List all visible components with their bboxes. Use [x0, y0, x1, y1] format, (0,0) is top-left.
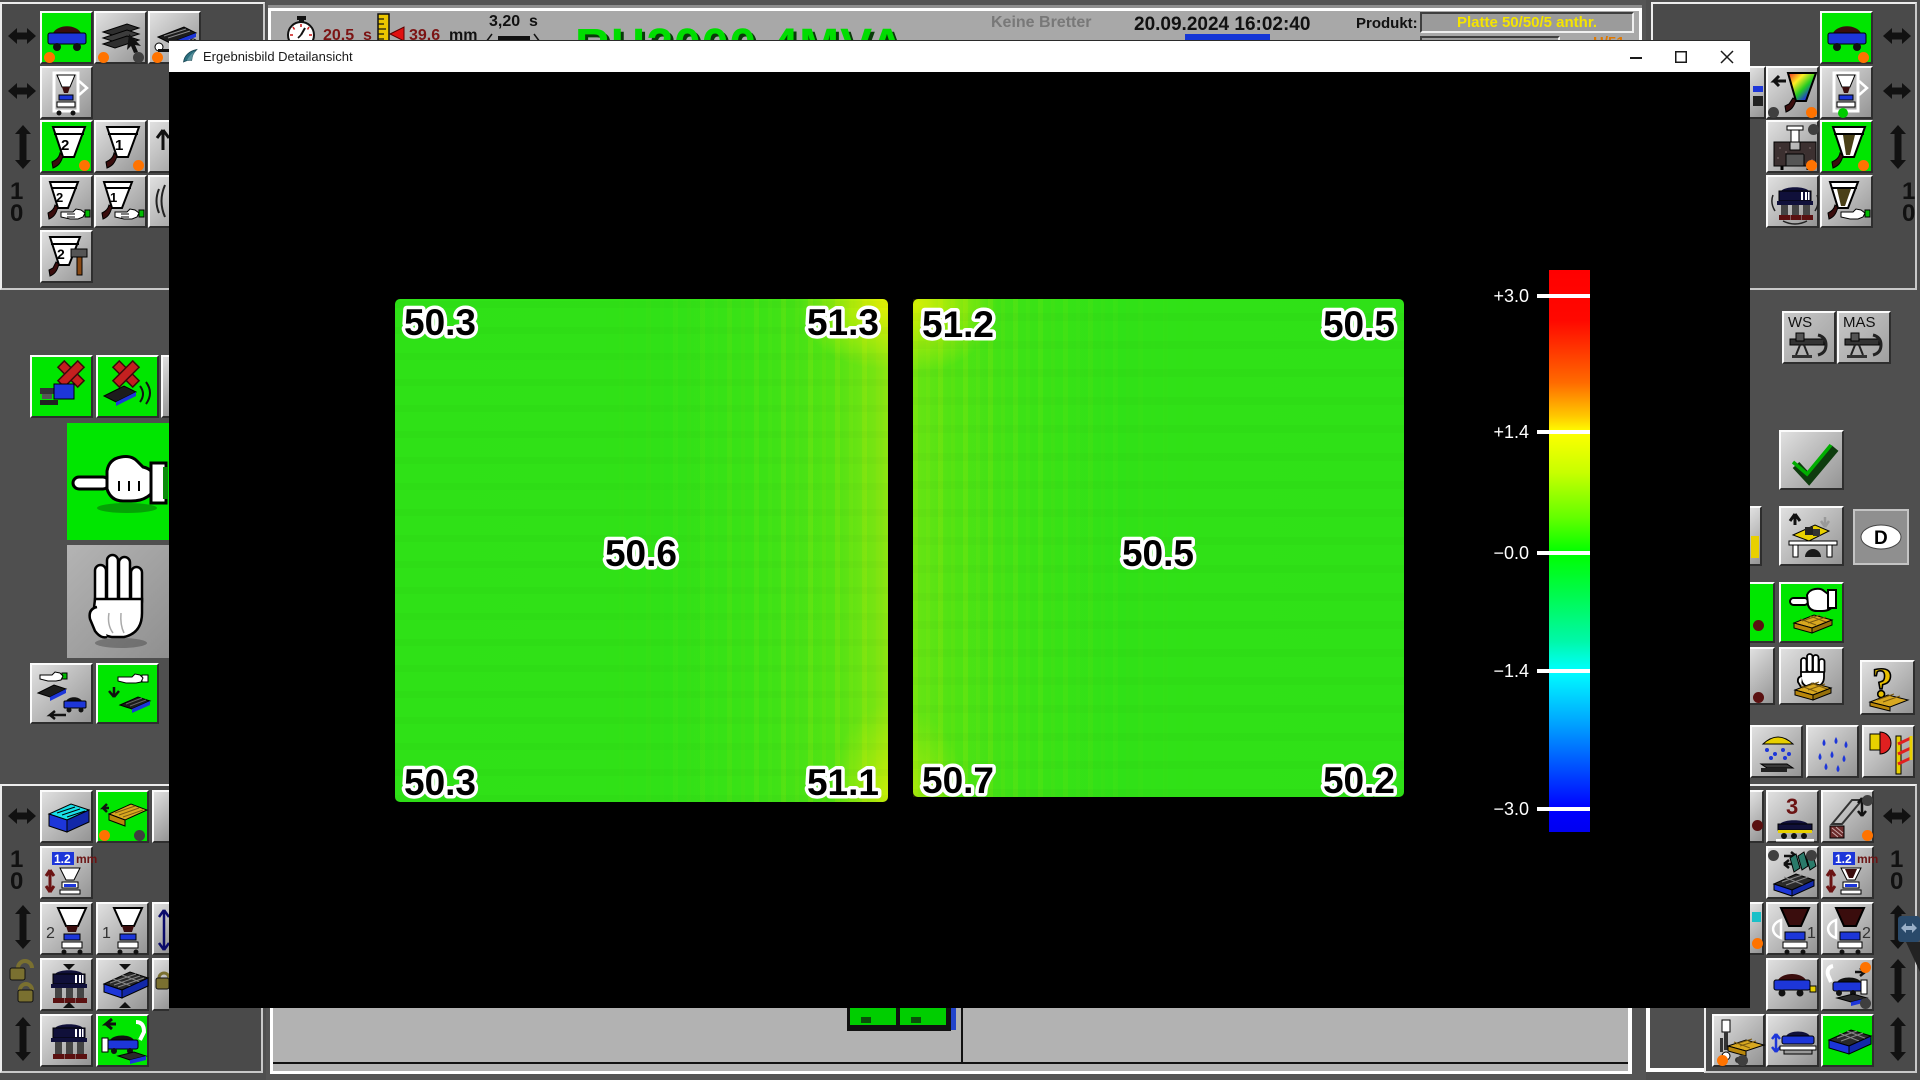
svg-text:2: 2	[57, 246, 65, 262]
svg-text:1.2: 1.2	[54, 852, 71, 866]
svg-text:mm: mm	[1857, 852, 1878, 866]
svg-text:50.5: 50.5	[1122, 533, 1194, 574]
svg-text:3: 3	[1786, 794, 1798, 819]
svg-text:51.1: 51.1	[807, 762, 879, 803]
svg-text:50.3: 50.3	[404, 762, 476, 803]
svg-text:50.7: 50.7	[922, 760, 994, 801]
svg-text:1: 1	[1807, 925, 1816, 942]
svg-text:50.5: 50.5	[1323, 304, 1395, 345]
svg-text:50.2: 50.2	[1323, 760, 1395, 801]
svg-text:1: 1	[110, 190, 117, 205]
svg-text:mm: mm	[76, 852, 97, 866]
svg-text:51.3: 51.3	[807, 302, 879, 343]
svg-text:51.2: 51.2	[922, 304, 994, 345]
svg-text:50.6: 50.6	[605, 533, 677, 574]
svg-text:2: 2	[61, 137, 69, 154]
svg-text:D: D	[1874, 528, 1888, 549]
svg-text:2: 2	[1862, 925, 1871, 942]
svg-text:1: 1	[102, 925, 111, 942]
svg-text:2: 2	[56, 190, 63, 205]
svg-text:1.2: 1.2	[1835, 852, 1852, 866]
svg-text:50.3: 50.3	[404, 302, 476, 343]
svg-text:1: 1	[115, 137, 123, 154]
svg-text:2: 2	[46, 925, 55, 942]
